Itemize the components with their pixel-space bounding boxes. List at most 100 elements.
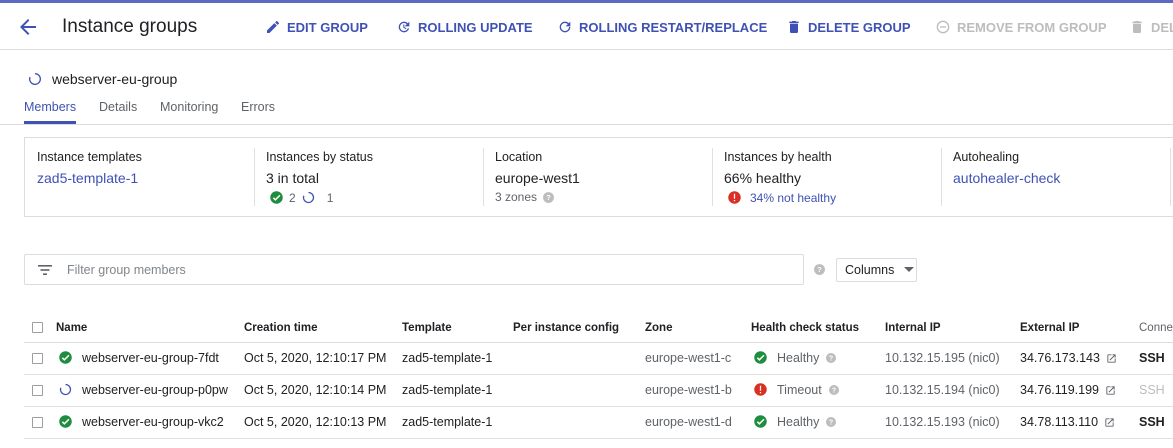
ssh-button[interactable]: SSH (1139, 383, 1165, 397)
svg-text:?: ? (829, 419, 833, 426)
instance-name[interactable]: webserver-eu-group-7fdt (82, 351, 219, 365)
rolling-update-button[interactable]: ROLLING UPDATE (396, 17, 533, 37)
external-link-icon[interactable] (1105, 385, 1116, 396)
external-link-icon[interactable] (1104, 417, 1115, 428)
tab-details[interactable]: Details (99, 100, 137, 114)
check-circle-icon (59, 351, 72, 364)
table-row[interactable]: webserver-eu-group-p0pw Oct 5, 2020, 12:1… (24, 375, 1173, 407)
status-breakdown: 2 1 (269, 190, 333, 205)
edit-group-button[interactable]: EDIT GROUP (265, 17, 368, 37)
help-icon[interactable]: ? (825, 352, 837, 364)
ssh-button[interactable]: SSH (1139, 415, 1165, 429)
summary-label: Instance templates (37, 150, 142, 164)
summary-label: Instances by health (724, 150, 832, 164)
instance-name[interactable]: webserver-eu-group-p0pw (82, 383, 228, 397)
zone: europe-west1-d (645, 415, 732, 429)
connect-cell: SSH (1139, 383, 1165, 397)
back-arrow-icon[interactable] (16, 15, 40, 39)
col-zone[interactable]: Zone (645, 322, 672, 334)
active-tab-indicator (24, 121, 76, 124)
external-link-icon[interactable] (1106, 353, 1117, 364)
col-connect[interactable]: Conne (1139, 322, 1173, 334)
check-circle-icon (754, 351, 767, 364)
summary-divider (712, 148, 713, 206)
summary-label: Location (495, 150, 543, 164)
help-icon[interactable]: ? (828, 384, 840, 396)
rolling-restart-button[interactable]: ROLLING RESTART/REPLACE (557, 17, 767, 37)
rolling-update-label: ROLLING UPDATE (418, 19, 533, 35)
health-check-cell: Healthy? (753, 414, 837, 429)
ssh-button[interactable]: SSH (1139, 351, 1165, 365)
help-icon[interactable]: ? (825, 416, 837, 428)
summary-divider (483, 148, 484, 206)
col-health-check-status[interactable]: Health check status (751, 322, 859, 334)
delete-instance-label: DEL (1151, 19, 1173, 35)
health-unhealthy: 34% not healthy (727, 190, 836, 205)
check-circle-icon (59, 415, 72, 428)
row-checkbox[interactable] (32, 353, 43, 364)
table-row[interactable]: webserver-eu-group-vkc2 Oct 5, 2020, 12:1… (24, 407, 1173, 439)
template-link[interactable]: zad5-template-1 (37, 170, 138, 186)
connect-cell: SSH (1139, 351, 1165, 365)
external-ip: 34.78.113.110 (1020, 415, 1099, 429)
help-icon[interactable]: ? (813, 263, 826, 276)
internal-ip: 10.132.15.195 (nic0) (885, 351, 1000, 365)
health-check-cell: Healthy? (753, 350, 837, 365)
not-healthy-link[interactable]: 34% not healthy (750, 191, 836, 205)
dropdown-arrow-icon (904, 267, 915, 272)
select-all-checkbox[interactable] (32, 322, 43, 333)
updating-spinner-icon (59, 383, 72, 396)
connect-cell: SSH (1139, 415, 1165, 429)
col-creation-time[interactable]: Creation time (244, 322, 318, 334)
external-ip: 34.76.173.143 (1020, 351, 1100, 365)
remove-circle-icon (936, 20, 950, 34)
tab-members[interactable]: Members (24, 100, 76, 114)
health-percent: 66% healthy (724, 170, 802, 186)
template-name: zad5-template-1 (402, 383, 493, 397)
updating-spinner-icon (29, 73, 41, 85)
columns-button[interactable]: Columns (836, 258, 917, 282)
row-checkbox[interactable] (32, 417, 43, 428)
delete-instance-button[interactable]: DEL (1129, 17, 1173, 37)
status-total: 3 in total (266, 170, 319, 186)
location-region: europe-west1 (495, 170, 580, 186)
instance-name[interactable]: webserver-eu-group-vkc2 (82, 415, 224, 429)
filter-input[interactable]: Filter group members (24, 254, 804, 285)
table-row[interactable]: webserver-eu-group-7fdt Oct 5, 2020, 12:1… (24, 343, 1173, 375)
trash-icon (1132, 21, 1142, 33)
internal-ip: 10.132.15.193 (nic0) (885, 415, 1000, 429)
edit-group-label: EDIT GROUP (287, 19, 368, 35)
col-template[interactable]: Template (402, 322, 452, 334)
autohealer-link[interactable]: autohealer-check (953, 170, 1060, 186)
external-ip-cell: 34.78.113.110 (1020, 415, 1115, 429)
tab-bar: Members Details Monitoring Errors (0, 97, 1173, 125)
rolling-restart-label: ROLLING RESTART/REPLACE (579, 19, 768, 35)
external-ip-cell: 34.76.173.143 (1020, 351, 1117, 365)
creation-time: Oct 5, 2020, 12:10:17 PM (244, 351, 387, 365)
delete-group-button[interactable]: DELETE GROUP (786, 17, 911, 37)
creation-time: Oct 5, 2020, 12:10:13 PM (244, 415, 387, 429)
help-icon[interactable]: ? (542, 191, 555, 204)
tab-errors[interactable]: Errors (241, 100, 275, 114)
ok-count: 2 (289, 190, 296, 205)
updating-spinner-icon (302, 191, 314, 204)
instance-name-cell: webserver-eu-group-vkc2 (58, 414, 224, 429)
table-header: Name Creation time Template Per instance… (24, 315, 1173, 343)
template-name: zad5-template-1 (402, 415, 493, 429)
error-icon (728, 191, 741, 204)
tab-monitoring[interactable]: Monitoring (160, 100, 218, 114)
summary-panel: Instance templates zad5-template-1 Insta… (24, 137, 1173, 217)
filter-icon (38, 265, 52, 275)
row-checkbox[interactable] (32, 385, 43, 396)
col-per-instance-config[interactable]: Per instance config (513, 322, 619, 334)
instance-name-cell: webserver-eu-group-7fdt (58, 350, 219, 365)
instance-name-cell: webserver-eu-group-p0pw (58, 382, 228, 397)
col-internal-ip[interactable]: Internal IP (885, 322, 941, 334)
filter-placeholder: Filter group members (67, 263, 186, 277)
remove-from-group-label: REMOVE FROM GROUP (957, 19, 1107, 35)
remove-from-group-button[interactable]: REMOVE FROM GROUP (935, 17, 1107, 37)
refresh-icon (559, 21, 571, 33)
col-external-ip[interactable]: External IP (1020, 322, 1079, 334)
col-name[interactable]: Name (56, 322, 87, 334)
summary-divider (941, 148, 942, 206)
